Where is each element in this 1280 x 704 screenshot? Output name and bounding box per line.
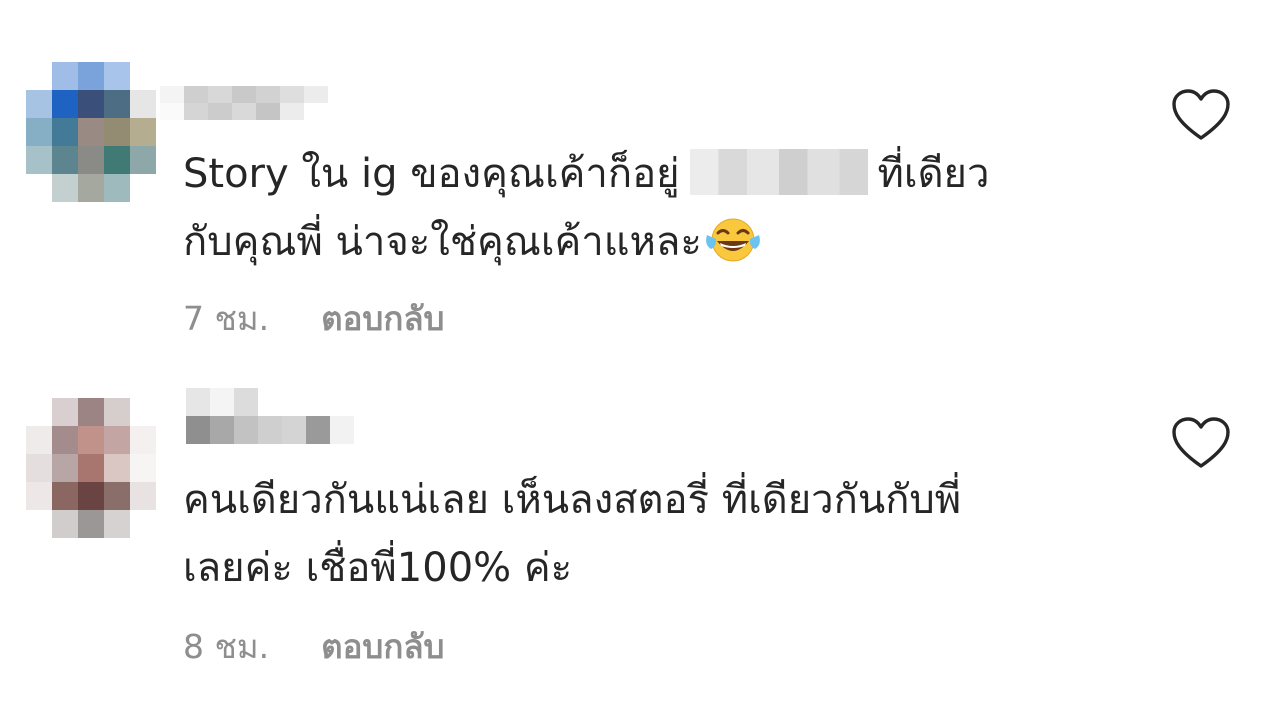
- comment-line: เลยค่ะ เชื่อพี่100% ค่ะ: [183, 545, 573, 591]
- comment-line: Story ใน ig ของคุณเค้าก็อยู่ ที่เดียว: [183, 149, 990, 197]
- comment-line: กับคุณพี่ น่าจะใช่คุณเค้าแหละ: [183, 208, 1143, 276]
- avatar[interactable]: [26, 398, 156, 538]
- heart-outline-icon[interactable]: [1170, 88, 1232, 144]
- comment-timestamp: 7 ชม.: [183, 299, 270, 338]
- comment-text: Story ใน ig ของคุณเค้าก็อยู่ ที่เดียว กับ…: [183, 140, 1143, 276]
- comment-text: คนเดียวกันแน่เลย เห็นลงสตอรี่ ที่เดียวกั…: [183, 466, 1143, 602]
- username-redacted[interactable]: [186, 388, 354, 444]
- redacted-location: [689, 149, 868, 195]
- heart-outline-icon[interactable]: [1170, 416, 1232, 472]
- reply-button[interactable]: ตอบกลับ: [321, 292, 444, 345]
- reply-button[interactable]: ตอบกลับ: [321, 620, 444, 673]
- comment-meta: 8 ชม. ตอบกลับ: [183, 620, 445, 673]
- avatar[interactable]: [26, 62, 156, 202]
- comment-meta: 7 ชม. ตอบกลับ: [183, 292, 445, 345]
- username-redacted[interactable]: [160, 86, 328, 120]
- face-with-tears-of-joy-emoji: [705, 218, 760, 262]
- comment-line: คนเดียวกันแน่เลย เห็นลงสตอรี่ ที่เดียวกั…: [183, 477, 962, 523]
- comment-timestamp: 8 ชม.: [183, 627, 270, 666]
